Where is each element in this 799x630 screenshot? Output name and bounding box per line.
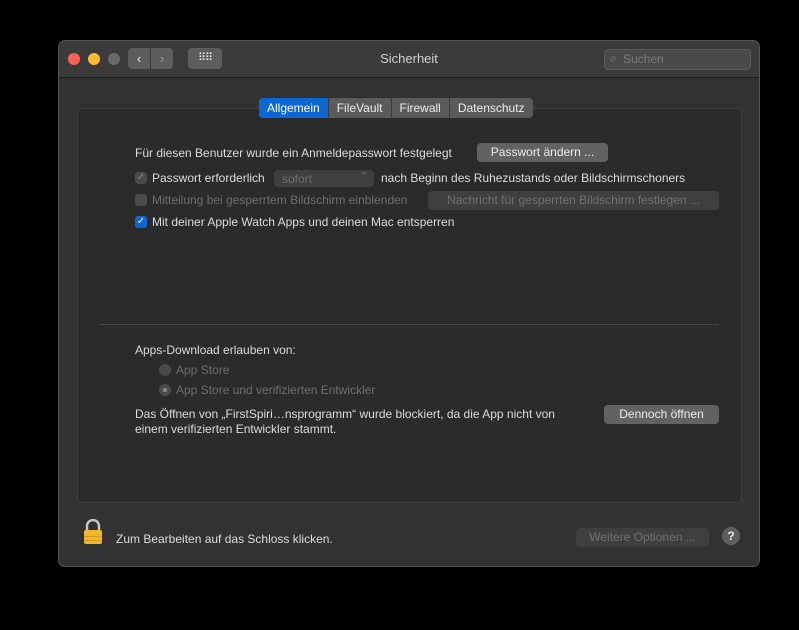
security-window: ‹ › ⠿⠿ Sicherheit ⌕ Suchen Allgemein Fil… (59, 41, 759, 566)
blocked-app-text-line1: Das Öffnen von „FirstSpiri…nsprogramm“ w… (135, 407, 555, 421)
lock-instruction-text: Zum Bearbeiten auf das Schloss klicken. (116, 532, 333, 546)
search-icon: ⌕ (610, 51, 617, 65)
show-message-label: Mitteilung bei gesperrtem Bildschirm ein… (152, 193, 408, 207)
blocked-app-text-line2: einem verifizierten Entwickler stammt. (135, 422, 337, 436)
tab-bar: Allgemein FileVault Firewall Datenschutz (259, 98, 533, 118)
require-password-suffix: nach Beginn des Ruhezustands oder Bildsc… (381, 171, 686, 185)
apple-watch-checkbox[interactable]: ✓ (135, 216, 147, 228)
radio-app-store-label: App Store (176, 363, 230, 377)
require-password-value: sofort (282, 172, 313, 186)
require-password-label: Passwort erforderlich (152, 171, 265, 185)
tab-allgemein[interactable]: Allgemein (259, 98, 328, 118)
show-message-checkbox[interactable] (135, 194, 147, 206)
tab-datenschutz[interactable]: Datenschutz (448, 98, 533, 118)
tab-filevault[interactable]: FileVault (327, 98, 391, 118)
radio-app-store-verified-label: App Store und verifizierten Entwickler (176, 383, 376, 397)
chevron-updown-icon: ⌃ (359, 171, 368, 182)
lock-icon[interactable] (83, 519, 103, 545)
radio-app-store-verified[interactable] (159, 384, 171, 396)
open-anyway-button[interactable]: Dennoch öffnen (604, 405, 719, 424)
help-button[interactable]: ? (722, 527, 740, 545)
section-divider (99, 324, 719, 325)
more-options-button[interactable]: Weitere Optionen ... (576, 528, 709, 547)
require-password-select[interactable]: sofort ⌃ (274, 170, 374, 187)
set-lock-message-button[interactable]: Nachricht für gesperrten Bildschirm fest… (428, 191, 719, 210)
change-password-button[interactable]: Passwort ändern ... (477, 143, 608, 162)
radio-app-store[interactable] (159, 364, 171, 376)
search-placeholder: Suchen (623, 52, 664, 66)
content-panel (77, 108, 742, 503)
search-field[interactable]: ⌕ Suchen (604, 49, 751, 70)
apple-watch-label: Mit deiner Apple Watch Apps und deinen M… (152, 215, 455, 229)
apps-download-heading: Apps-Download erlauben von: (135, 343, 296, 357)
title-bar: ‹ › ⠿⠿ Sicherheit ⌕ Suchen (59, 41, 759, 78)
password-set-text: Für diesen Benutzer wurde ein Anmeldepas… (135, 146, 452, 160)
tab-firewall[interactable]: Firewall (390, 98, 449, 118)
require-password-checkbox[interactable]: ✓ (135, 172, 147, 184)
